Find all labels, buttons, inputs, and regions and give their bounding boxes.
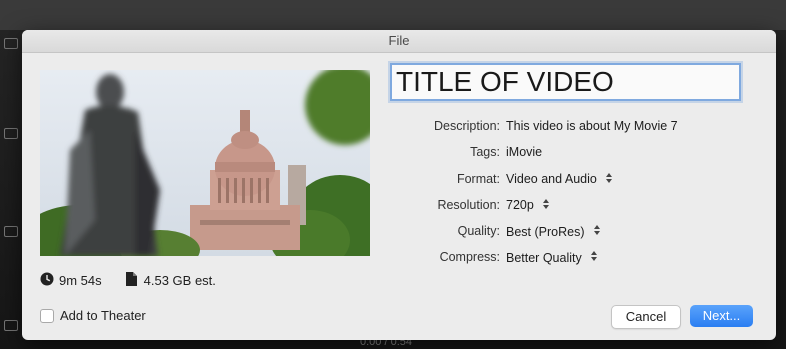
compress-label: Compress: bbox=[439, 250, 500, 265]
add-to-theater-checkbox[interactable] bbox=[40, 308, 54, 323]
video-thumbnail bbox=[40, 70, 370, 256]
next-button[interactable]: Next... bbox=[690, 305, 753, 327]
quality-label: Quality: bbox=[457, 224, 500, 239]
up-down-arrows-icon bbox=[605, 172, 613, 187]
format-label: Format: bbox=[456, 171, 500, 186]
tags-label: Tags: bbox=[470, 145, 500, 160]
video-stats: 9m 54s 4.53 GB est. bbox=[40, 272, 216, 289]
description-field[interactable]: This video is about My Movie 7 bbox=[506, 119, 678, 133]
resolution-value: 720p bbox=[506, 198, 534, 213]
description-label: Description: bbox=[434, 119, 500, 133]
cancel-button[interactable]: Cancel bbox=[611, 305, 681, 329]
share-settings-form: Description: This video is about My Movi… bbox=[390, 116, 750, 274]
up-down-arrows-icon bbox=[593, 224, 601, 239]
compress-row: Compress: Better Quality bbox=[390, 247, 750, 269]
tags-field[interactable]: iMovie bbox=[506, 145, 542, 159]
camera-icon bbox=[4, 128, 18, 139]
dialog-title: File bbox=[22, 30, 776, 53]
share-file-dialog: File 9m 54s 4.53 GB est. TITLE OF VIDEO … bbox=[22, 30, 776, 340]
description-row: Description: This video is about My Movi… bbox=[390, 116, 750, 138]
camera-icon bbox=[4, 320, 18, 331]
resolution-popup[interactable]: 720p bbox=[506, 198, 550, 213]
quality-value: Best (ProRes) bbox=[506, 224, 585, 239]
quality-row: Quality: Best (ProRes) bbox=[390, 221, 750, 243]
background-strip bbox=[0, 0, 786, 30]
add-to-theater-label: Add to Theater bbox=[60, 308, 146, 323]
up-down-arrows-icon bbox=[542, 198, 550, 213]
file-icon bbox=[125, 272, 137, 289]
camera-icon bbox=[4, 38, 18, 49]
clock-icon bbox=[40, 272, 54, 289]
compress-popup[interactable]: Better Quality bbox=[506, 250, 598, 265]
format-popup[interactable]: Video and Audio bbox=[506, 172, 613, 187]
up-down-arrows-icon bbox=[590, 250, 598, 265]
add-to-theater-option[interactable]: Add to Theater bbox=[40, 308, 146, 323]
file-size-text: 4.53 GB est. bbox=[143, 273, 216, 288]
tags-row: Tags: iMovie bbox=[390, 142, 750, 164]
format-value: Video and Audio bbox=[506, 172, 597, 187]
quality-popup[interactable]: Best (ProRes) bbox=[506, 224, 601, 239]
resolution-row: Resolution: 720p bbox=[390, 195, 750, 217]
compress-value: Better Quality bbox=[506, 250, 582, 265]
video-title-input[interactable]: TITLE OF VIDEO bbox=[390, 63, 741, 101]
resolution-label: Resolution: bbox=[437, 197, 500, 212]
camera-icon bbox=[4, 226, 18, 237]
duration-text: 9m 54s bbox=[59, 273, 102, 288]
format-row: Format: Video and Audio bbox=[390, 169, 750, 191]
